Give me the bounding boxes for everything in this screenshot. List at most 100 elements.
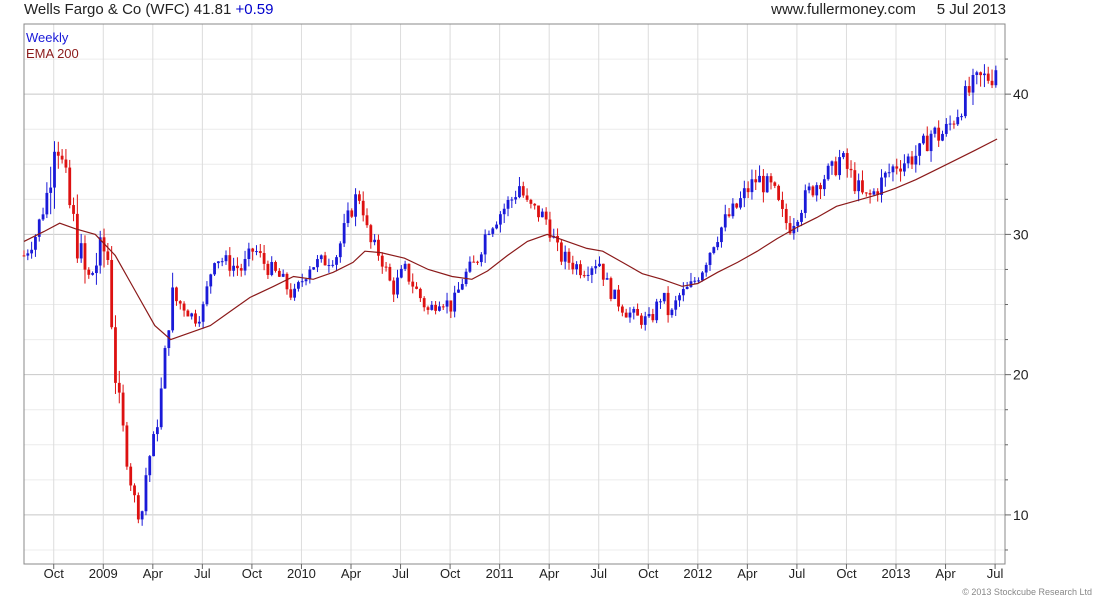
x-tick-label: Apr	[539, 566, 560, 581]
candle-down	[182, 303, 186, 311]
candle-up	[98, 237, 102, 266]
candle-down	[251, 248, 255, 252]
candle-down	[411, 281, 415, 287]
candle-up	[91, 273, 95, 275]
candle-up	[807, 186, 811, 191]
candle-up	[796, 221, 800, 226]
candle-down	[392, 280, 396, 295]
candle-down	[175, 287, 178, 302]
candle-up	[586, 274, 590, 276]
x-tick-label: Oct	[638, 566, 659, 581]
candle-up	[922, 135, 925, 144]
candle-down	[529, 199, 533, 204]
candle-up	[45, 192, 49, 215]
candle-down	[571, 262, 575, 270]
candle-up	[540, 211, 544, 218]
candle-down	[422, 298, 426, 308]
candle-up	[293, 288, 296, 298]
candle-down	[640, 315, 643, 325]
candle-down	[537, 205, 540, 218]
candle-down	[773, 182, 777, 186]
candle-up	[929, 133, 933, 152]
candle-down	[125, 425, 129, 467]
x-tick-label: 2011	[486, 566, 514, 581]
candle-down	[83, 243, 87, 270]
candle-down	[754, 179, 758, 183]
candle-up	[468, 261, 472, 272]
candle-up	[643, 316, 647, 325]
candle-up	[750, 179, 754, 193]
candle-down	[864, 192, 868, 194]
candle-down	[22, 255, 26, 257]
x-tick-label: Oct	[242, 566, 263, 581]
candle-up	[209, 274, 213, 287]
candle-up	[716, 242, 720, 248]
candle-down	[60, 155, 64, 160]
x-tick-label: 2009	[89, 566, 118, 581]
candle-down	[556, 235, 559, 243]
candle-down	[761, 175, 765, 193]
candle-down	[937, 127, 941, 141]
candle-down	[979, 72, 983, 76]
candle-down	[72, 205, 75, 214]
x-tick-label: 2012	[683, 566, 712, 581]
candle-up	[510, 199, 514, 201]
candle-down	[544, 211, 548, 220]
candle-down	[415, 286, 418, 289]
candle-down	[178, 301, 182, 304]
candle-up	[963, 86, 967, 117]
candle-down	[849, 168, 853, 171]
y-axis: 10 20 30 40	[1005, 58, 1029, 551]
candle-up	[902, 163, 906, 172]
candle-up	[491, 228, 495, 234]
candle-up	[399, 268, 403, 278]
chart-grid	[24, 24, 1005, 564]
candle-up	[697, 280, 700, 282]
candle-up	[319, 255, 323, 260]
candle-down	[525, 195, 529, 200]
candle-up	[659, 301, 662, 303]
y-tick-label: 30	[1013, 226, 1029, 242]
candle-down	[129, 466, 133, 486]
candle-up	[598, 263, 601, 267]
candle-up	[247, 248, 251, 260]
candle-down	[110, 259, 114, 328]
candle-down	[434, 304, 438, 311]
candle-down	[990, 80, 994, 86]
candle-up	[270, 262, 274, 275]
plot-frame	[23, 23, 1006, 565]
candle-up	[144, 475, 148, 512]
legend-weekly: Weekly	[26, 30, 69, 45]
x-tick-label: 2013	[882, 566, 911, 581]
candlestick-chart: 10 20 30 40 Oct 2009 Apr Jul Oct 2010 Apr Jul Oct 20…	[22, 23, 1029, 581]
candle-up	[53, 151, 56, 188]
candle-up	[335, 257, 338, 265]
candle-up	[95, 265, 98, 274]
candle-down	[407, 263, 411, 282]
candle-down	[769, 176, 773, 183]
candle-up	[765, 176, 769, 193]
candle-up	[971, 74, 975, 93]
candle-up	[857, 180, 861, 192]
candle-up	[708, 252, 712, 265]
candle-up	[944, 123, 948, 134]
candles-layer	[22, 64, 998, 526]
candle-up	[220, 261, 224, 263]
candle-down	[567, 251, 571, 263]
candle-up	[331, 264, 335, 266]
candle-up	[354, 194, 357, 217]
candle-up	[842, 153, 845, 158]
candle-down	[87, 269, 91, 275]
candle-down	[472, 261, 476, 263]
candle-down	[377, 239, 380, 256]
candle-up	[502, 208, 506, 215]
candle-up	[647, 314, 651, 317]
candle-down	[289, 289, 293, 298]
candle-up	[826, 165, 830, 180]
candle-up	[304, 279, 308, 282]
candle-down	[449, 300, 453, 312]
candle-down	[357, 194, 361, 201]
candle-up	[190, 313, 194, 317]
candle-up	[281, 273, 285, 277]
candle-up	[906, 156, 910, 164]
